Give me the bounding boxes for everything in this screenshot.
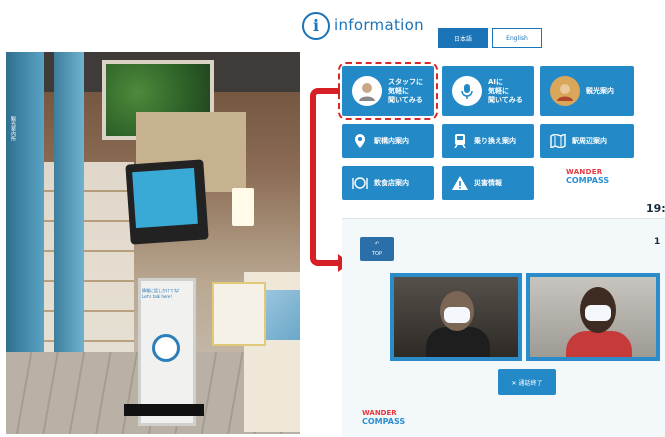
blue-pillar-2 [54,52,84,372]
bus-poster [212,282,266,346]
highlight-outline [338,62,438,120]
kiosk-photo: 観光案内所 情報に話しかけてね! Let's talk here! [6,52,300,434]
face-mask [444,307,470,323]
map-icon [550,133,566,149]
lang-english-button[interactable]: English [492,28,542,48]
clock-display: 19: [646,202,665,215]
info-icon [152,334,180,362]
station-guide-label: 駅構内案内 [374,136,409,145]
wander-compass-logo: WANDER COMPASS [566,168,626,208]
restaurant-guide-label: 飲食店案内 [374,178,409,187]
kiosk-ui: i information 日本語 English スタッフに 気軽に 聞いてみ… [302,4,665,437]
kiosk-screen [132,167,198,229]
brand-line1: WANDER [566,168,603,176]
sign-text: 観光案内所 [10,116,16,141]
kiosk-stand-text: 情報に話しかけてね! Let's talk here! [142,288,180,299]
microphone-icon [452,76,482,106]
top-button[interactable]: ↶ TOP [360,237,394,261]
page-title: information [334,16,424,34]
brand-line2: COMPASS [566,176,610,185]
person-body [566,331,632,357]
kiosk-base [124,404,204,416]
face-mask [585,305,611,321]
transfer-guide-button[interactable]: 乗り換え案内 [442,124,534,158]
brand-line1: WANDER [362,409,397,417]
video-feed-staff [526,273,660,361]
lamp [232,188,254,226]
nearby-guide-label: 駅周辺案内 [572,136,607,145]
wander-compass-logo-small: WANDER COMPASS [362,409,405,426]
info-icon: i [302,12,330,40]
video-call-panel: ↶ TOP 1 ✕ 通話終了 WANDER COMPASS [342,218,665,437]
brand-line2: COMPASS [362,417,406,426]
person-body [426,327,490,357]
train-icon [452,133,468,149]
ask-ai-button[interactable]: AIに 気軽に 聞いてみる [442,66,534,116]
restaurant-icon [352,175,368,191]
video-feed-user [390,273,522,361]
back-arrow-icon: ↶ [374,241,380,247]
end-call-button[interactable]: ✕ 通話終了 [498,369,556,395]
location-pin-icon [352,133,368,149]
nearby-guide-button[interactable]: 駅周辺案内 [540,124,634,158]
top-label: TOP [371,251,382,257]
sightseeing-button[interactable]: 観光案内 [540,66,634,116]
disaster-info-button[interactable]: 災害情報 [442,166,534,200]
flow-bracket [310,88,340,266]
lang-japanese-button[interactable]: 日本語 [438,28,488,48]
ask-ai-label: AIに 気軽に 聞いてみる [488,77,523,104]
warning-icon [452,175,468,191]
sightseeing-label: 観光案内 [586,86,614,95]
station-guide-button[interactable]: 駅構内案内 [342,124,434,158]
restaurant-guide-button[interactable]: 飲食店案内 [342,166,434,200]
sightseeing-photo-icon [550,76,580,106]
transfer-guide-label: 乗り換え案内 [474,136,516,145]
clock-display-small: 1 [654,237,661,247]
disaster-info-label: 災害情報 [474,178,502,187]
